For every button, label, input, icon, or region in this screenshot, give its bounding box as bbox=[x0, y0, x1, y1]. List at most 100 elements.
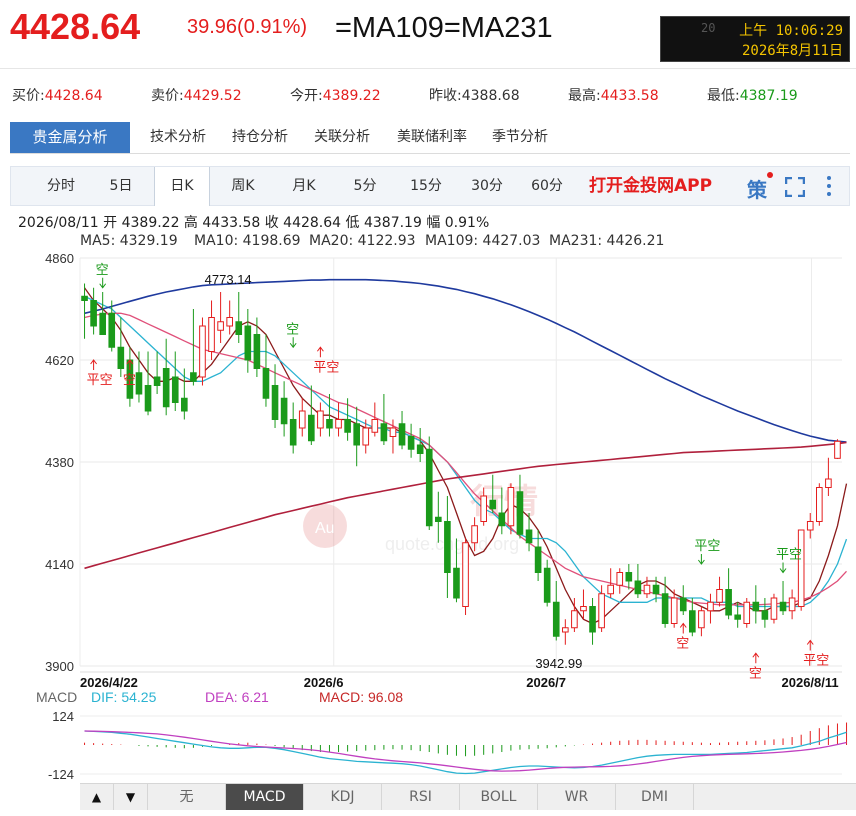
indicator-none[interactable]: 无 bbox=[148, 784, 226, 810]
tab-precious-metals[interactable]: 贵金属分析 bbox=[10, 122, 130, 153]
tab-correlation[interactable]: 关联分析 bbox=[304, 122, 380, 153]
period-15min[interactable]: 15分 bbox=[398, 167, 454, 205]
candle-body bbox=[81, 295, 88, 301]
candle-body bbox=[607, 584, 614, 595]
period-60min[interactable]: 60分 bbox=[519, 167, 575, 205]
candle-body bbox=[407, 436, 415, 450]
candle-body bbox=[298, 410, 306, 429]
period-monthly-k[interactable]: 月K bbox=[276, 167, 332, 205]
quote-value: 4389.22 bbox=[322, 88, 381, 104]
ma109-legend: MA109: 4427.03 bbox=[425, 233, 541, 249]
candle-body bbox=[507, 487, 515, 527]
last-price: 4428.64 bbox=[10, 6, 141, 47]
candlestick-chart[interactable]: Au 行情 quote.cngold.org 48604620438041403… bbox=[0, 250, 856, 690]
signal-short-label: 空 bbox=[96, 262, 109, 277]
period-5min[interactable]: 5分 bbox=[337, 167, 393, 205]
y-axis-labels: 4860 4620 4380 4140 3900 bbox=[45, 251, 74, 674]
indicator-boll[interactable]: BOLL bbox=[460, 784, 538, 810]
period-weekly-k[interactable]: 周K bbox=[215, 167, 271, 205]
tab-positions[interactable]: 持仓分析 bbox=[222, 122, 298, 153]
signal-short-label: 空 bbox=[286, 321, 299, 336]
candle-body bbox=[425, 448, 433, 527]
candle-body bbox=[235, 321, 243, 335]
indicator-dmi[interactable]: DMI bbox=[616, 784, 694, 810]
signal-arrow-up bbox=[90, 359, 98, 370]
clock-time: 上午 10:06:29 bbox=[739, 23, 843, 39]
candle-body bbox=[344, 419, 351, 433]
tab-technical[interactable]: 技术分析 bbox=[140, 122, 216, 153]
y-tick-label: 4860 bbox=[45, 251, 74, 266]
candle-body bbox=[743, 601, 751, 624]
strategy-icon[interactable]: 策 bbox=[745, 172, 773, 202]
candle-body bbox=[725, 589, 732, 616]
more-icon[interactable] bbox=[825, 175, 833, 197]
candle-body bbox=[825, 478, 832, 488]
candle-body bbox=[562, 627, 569, 633]
quote-value: 4388.68 bbox=[461, 88, 520, 104]
signal-arrow-up bbox=[752, 652, 760, 664]
candle-body bbox=[371, 419, 379, 433]
indicator-kdj[interactable]: KDJ bbox=[304, 784, 382, 810]
signal-cover-label: 平空 bbox=[313, 359, 339, 374]
signal-arrow-down bbox=[99, 277, 107, 289]
ma20-legend: MA20: 4122.93 bbox=[309, 233, 416, 249]
candle-body bbox=[317, 410, 324, 429]
candle-body bbox=[226, 317, 233, 327]
y-tick-label: 3900 bbox=[45, 659, 74, 674]
candle-body bbox=[308, 414, 315, 442]
candle-body bbox=[716, 589, 723, 603]
y-tick-label: 4620 bbox=[45, 353, 74, 368]
candle-body bbox=[244, 325, 252, 361]
candle-body bbox=[444, 521, 451, 573]
period-5day[interactable]: 5日 bbox=[93, 167, 149, 205]
candle-body bbox=[99, 312, 106, 335]
candle-body bbox=[217, 321, 224, 331]
quote-value: 4428.64 bbox=[44, 88, 103, 104]
low-label: 3942.99 bbox=[535, 656, 582, 671]
scroll-up-button[interactable]: ▲ bbox=[80, 784, 114, 810]
candle-body bbox=[598, 593, 605, 629]
indicator-bar: ▲ ▼ 无 MACD KDJ RSI BOLL WR DMI bbox=[80, 783, 856, 810]
candle-body bbox=[362, 427, 370, 446]
macd-title: MACD bbox=[36, 689, 77, 705]
candle-body bbox=[643, 584, 651, 595]
indicator-wr[interactable]: WR bbox=[538, 784, 616, 810]
quote-row: 买价:4428.64 卖价:4429.52 今开:4389.22 昨收:4388… bbox=[12, 85, 847, 105]
indicator-macd[interactable]: MACD bbox=[226, 784, 304, 810]
signal-arrow-down bbox=[697, 554, 705, 565]
indicator-rsi[interactable]: RSI bbox=[382, 784, 460, 810]
candle-body bbox=[462, 542, 469, 607]
candle-body bbox=[761, 610, 769, 620]
candle-body bbox=[435, 516, 442, 522]
open-app-link[interactable]: 打开金投网APP bbox=[589, 167, 712, 205]
signal-cover-label: 空 bbox=[749, 665, 762, 680]
candle-body bbox=[280, 397, 288, 425]
candle-body bbox=[471, 525, 478, 544]
y-tick-label: 4140 bbox=[45, 557, 74, 572]
clock-date: 2026年8月11日 bbox=[741, 43, 843, 59]
signal-cover-label: 平空 bbox=[803, 653, 829, 668]
period-intraday[interactable]: 分时 bbox=[33, 167, 89, 205]
candle-body bbox=[516, 491, 524, 535]
period-30min[interactable]: 30分 bbox=[459, 167, 515, 205]
quote-label: 最低: bbox=[707, 88, 740, 104]
quote-prev-close: 昨收:4388.68 bbox=[429, 85, 520, 105]
candle-body bbox=[353, 423, 360, 446]
quote-label: 今开: bbox=[290, 88, 323, 104]
candle-body bbox=[380, 423, 388, 442]
candle-body bbox=[571, 610, 578, 629]
divider bbox=[0, 68, 856, 69]
tab-fed-rate[interactable]: 美联储利率 bbox=[386, 122, 478, 153]
period-daily-k[interactable]: 日K bbox=[154, 167, 210, 206]
candle-body bbox=[117, 346, 125, 369]
macd-panel[interactable]: MACD DIF: 54.25 DEA: 6.21 MACD: 96.08 12… bbox=[0, 688, 856, 783]
scroll-down-button[interactable]: ▼ bbox=[114, 784, 148, 810]
candle-body bbox=[416, 444, 424, 454]
tab-seasonal[interactable]: 季节分析 bbox=[482, 122, 558, 153]
candle-body bbox=[752, 601, 760, 612]
fullscreen-icon[interactable] bbox=[785, 177, 805, 197]
candle-body bbox=[552, 601, 560, 637]
signal-short-label: 平空 bbox=[776, 547, 802, 562]
candle-body bbox=[162, 368, 170, 408]
signal-arrow-down bbox=[289, 337, 297, 349]
